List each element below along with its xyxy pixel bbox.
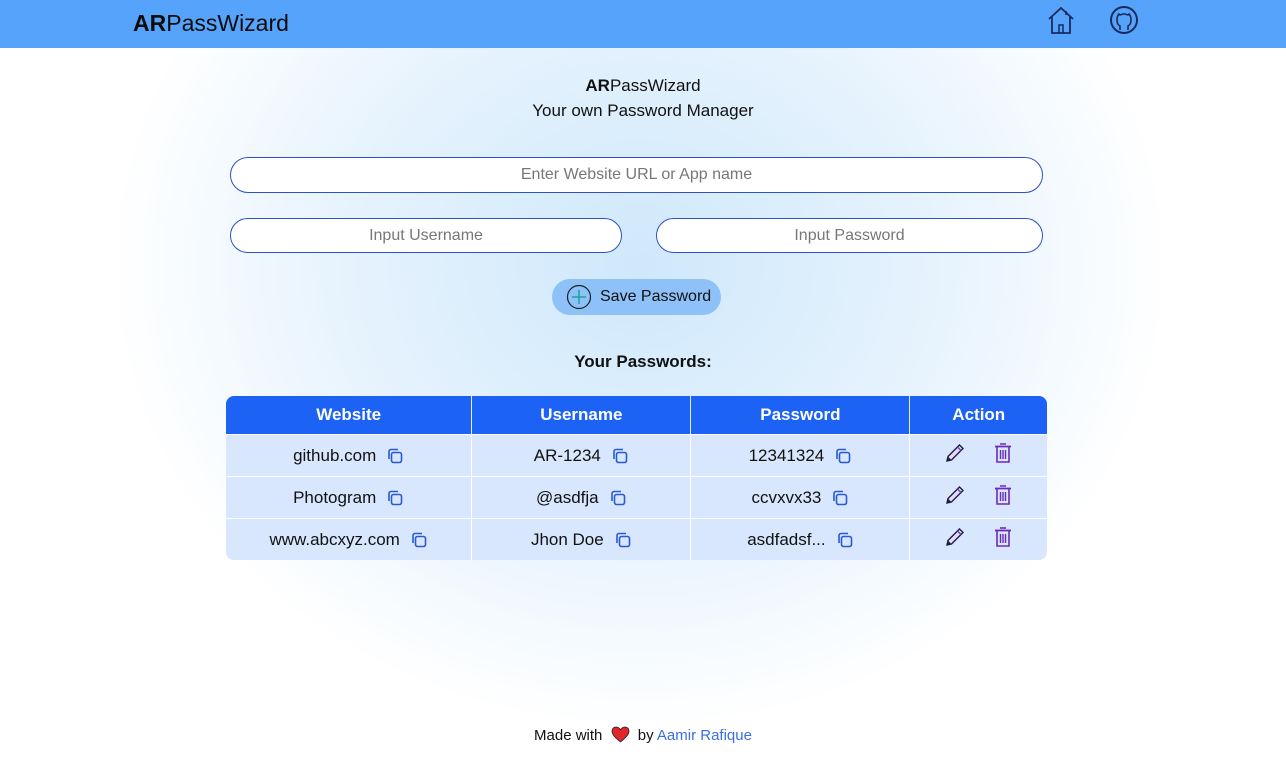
page-title: ARPassWizard (585, 76, 701, 95)
action-cell (909, 518, 1047, 560)
copy-icon[interactable] (410, 531, 428, 549)
table-row: www.abcxyz.com Jhon Doe asdfadsf... (226, 518, 1047, 560)
row-actions (943, 525, 1015, 549)
password-cell: asdfadsf... (690, 518, 911, 560)
save-password-button[interactable]: Save Password (552, 279, 721, 315)
copy-icon[interactable] (836, 531, 854, 549)
username-input[interactable] (230, 218, 622, 253)
delete-icon[interactable] (991, 441, 1015, 465)
username-cell-content: @asdfja (536, 488, 627, 508)
table-row: github.com AR-1234 12341324 (226, 434, 1047, 477)
save-password-label: Save Password (600, 288, 712, 305)
column-header-password: Password (690, 396, 911, 435)
copy-icon[interactable] (614, 531, 632, 549)
table-header-row: Website Username Password Action (226, 396, 1047, 435)
delete-icon[interactable] (991, 483, 1015, 507)
website-cell: github.com (226, 434, 473, 477)
password-cell-content: 12341324 (749, 446, 853, 466)
home-icon[interactable] (1046, 5, 1076, 35)
username-cell: @asdfja (471, 476, 692, 519)
delete-icon[interactable] (991, 525, 1015, 549)
password-cell: ccvxvx33 (690, 476, 911, 519)
page-subtitle: Your own Password Manager (532, 101, 754, 120)
website-cell: www.abcxyz.com (226, 518, 473, 560)
password-value: asdfadsf... (747, 529, 826, 549)
password-cell-content: asdfadsf... (747, 530, 853, 550)
row-actions (943, 441, 1015, 465)
passwords-heading: Your Passwords: (574, 352, 712, 371)
username-cell: Jhon Doe (471, 518, 692, 560)
table-row: Photogram @asdfja ccvxvx33 (226, 476, 1047, 519)
website-value: Photogram (293, 487, 377, 507)
username-cell: AR-1234 (471, 434, 692, 477)
copy-icon[interactable] (611, 447, 629, 465)
brand-logo[interactable]: ARPassWizard (133, 10, 289, 37)
add-icon (566, 284, 592, 310)
copy-icon[interactable] (609, 489, 627, 507)
column-header-action: Action (909, 396, 1047, 435)
username-value: Jhon Doe (530, 529, 604, 549)
footer-by: by (637, 727, 654, 744)
username-cell-content: Jhon Doe (531, 530, 632, 550)
password-value: ccvxvx33 (751, 487, 822, 507)
username-cell-content: AR-1234 (534, 446, 629, 466)
username-value: @asdfja (536, 487, 599, 507)
heart-icon (611, 726, 629, 743)
row-actions (943, 483, 1015, 507)
copy-icon[interactable] (386, 489, 404, 507)
footer: Made with by Aamir Rafique (0, 726, 1286, 744)
copy-icon[interactable] (386, 447, 404, 465)
column-header-username: Username (471, 396, 692, 435)
copy-icon[interactable] (834, 447, 852, 465)
website-cell-content: Photogram (293, 488, 404, 508)
edit-icon[interactable] (943, 441, 967, 465)
website-value: github.com (293, 445, 377, 465)
password-input[interactable] (656, 218, 1043, 253)
website-cell-content: github.com (293, 446, 404, 466)
password-cell: 12341324 (690, 434, 911, 477)
action-cell (909, 434, 1047, 477)
password-cell-content: ccvxvx33 (751, 488, 849, 508)
copy-icon[interactable] (831, 489, 849, 507)
website-cell: Photogram (226, 476, 473, 519)
navbar: ARPassWizard (0, 0, 1286, 48)
edit-icon[interactable] (943, 483, 967, 507)
footer-made-with: Made with (534, 727, 603, 744)
username-value: AR-1234 (533, 445, 601, 465)
password-value: 12341324 (748, 445, 825, 465)
website-url-input[interactable] (230, 157, 1043, 193)
column-header-website: Website (226, 396, 473, 435)
action-cell (909, 476, 1047, 519)
github-icon[interactable] (1109, 5, 1139, 35)
website-value: www.abcxyz.com (269, 529, 400, 549)
passwords-table: Website Username Password Action github.… (226, 396, 1047, 560)
edit-icon[interactable] (943, 525, 967, 549)
website-cell-content: www.abcxyz.com (269, 530, 427, 550)
author-link[interactable]: Aamir Rafique (657, 727, 752, 744)
